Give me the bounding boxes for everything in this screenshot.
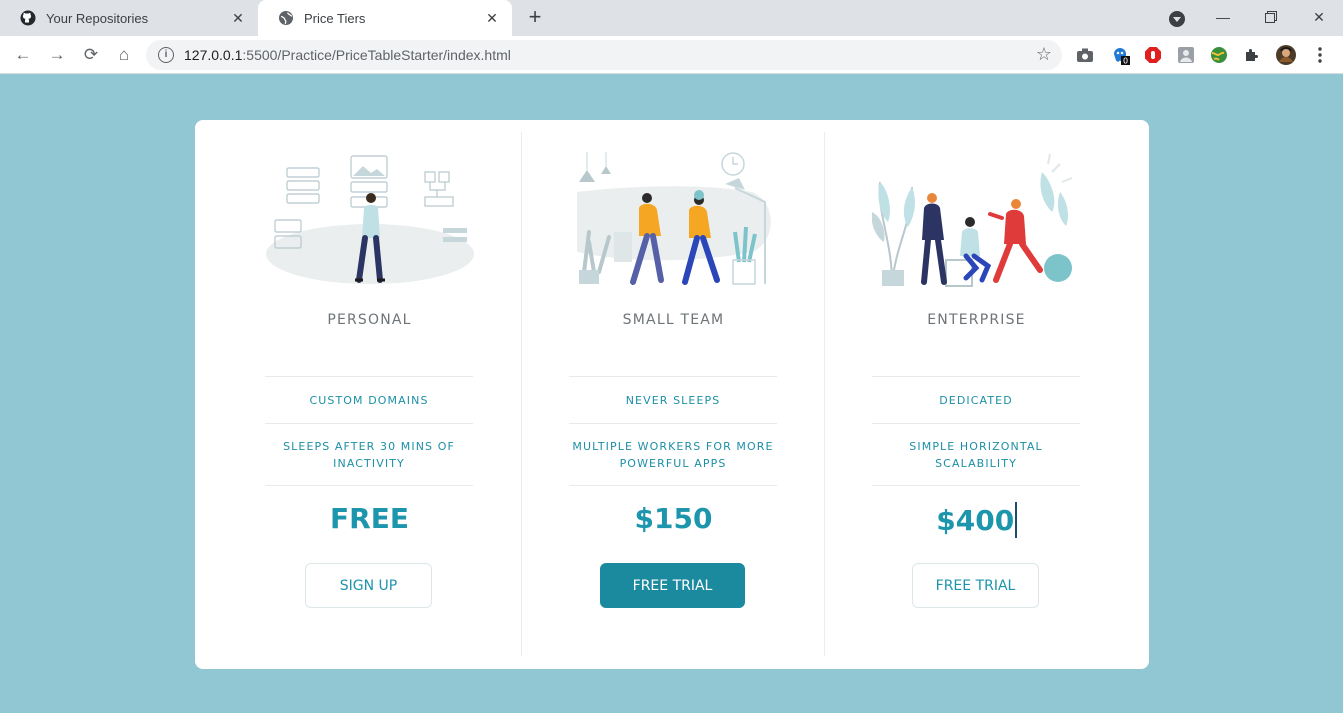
feature-list: DEDICATED SIMPLE HORIZONTAL SCALABILITY xyxy=(872,376,1080,486)
text-cursor xyxy=(1015,502,1017,538)
adblock-icon[interactable] xyxy=(1143,45,1163,65)
avatar[interactable] xyxy=(1276,45,1296,65)
address-bar[interactable]: i 127.0.0.1:5500/Practice/PriceTableStar… xyxy=(146,40,1062,70)
browser-toolbar: ← → ⟳ ⌂ i 127.0.0.1:5500/Practice/PriceT… xyxy=(0,36,1343,74)
ghost-extension-icon[interactable]: 0 xyxy=(1111,45,1131,65)
plan-price-wrapper: $400 xyxy=(825,502,1128,538)
plan-name: PERSONAL xyxy=(327,312,412,328)
tab-title: Your Repositories xyxy=(46,10,149,26)
free-trial-button[interactable]: FREE TRIAL xyxy=(912,563,1039,608)
home-icon[interactable]: ⌂ xyxy=(113,44,135,66)
small-team-illustration xyxy=(577,152,771,285)
tab-title: Price Tiers xyxy=(304,10,366,26)
close-icon[interactable]: ✕ xyxy=(484,10,500,26)
feature-item: CUSTOM DOMAINS xyxy=(265,377,473,424)
url-text[interactable]: 127.0.0.1:5500/Practice/PriceTableStarte… xyxy=(184,47,511,63)
pricing-card: PERSONAL CUSTOM DOMAINS SLEEPS AFTER 30 … xyxy=(195,120,1149,669)
plan-personal: PERSONAL CUSTOM DOMAINS SLEEPS AFTER 30 … xyxy=(218,132,521,656)
forward-icon[interactable]: → xyxy=(46,44,68,66)
personal-illustration xyxy=(266,155,474,284)
puzzle-icon[interactable] xyxy=(1242,45,1262,65)
free-trial-button[interactable]: FREE TRIAL xyxy=(600,563,745,608)
feature-item: SLEEPS AFTER 30 MINS OF INACTIVITY xyxy=(265,424,473,486)
camera-icon[interactable] xyxy=(1075,45,1095,65)
globe-extension-icon[interactable] xyxy=(1209,45,1229,65)
feature-list: CUSTOM DOMAINS SLEEPS AFTER 30 MINS OF I… xyxy=(265,376,473,486)
tab-strip: Your Repositories ✕ Price Tiers ✕ + — ✕ xyxy=(0,0,1343,36)
plan-name: SMALL TEAM xyxy=(622,312,725,328)
sign-up-button[interactable]: SIGN UP xyxy=(305,563,432,608)
feature-item: NEVER SLEEPS xyxy=(569,377,777,424)
profile-menu-icon[interactable] xyxy=(1169,11,1185,27)
browser-menu-icon[interactable] xyxy=(1310,45,1330,65)
user-extension-icon[interactable] xyxy=(1176,45,1196,65)
tab-your-repositories[interactable]: Your Repositories ✕ xyxy=(0,0,258,36)
back-icon[interactable]: ← xyxy=(12,44,34,66)
close-window-icon[interactable]: ✕ xyxy=(1306,6,1332,28)
plan-enterprise: ENTERPRISE DEDICATED SIMPLE HORIZONTAL S… xyxy=(824,132,1127,656)
plan-price: $150 xyxy=(634,502,713,535)
feature-item: MULTIPLE WORKERS FOR MORE POWERFUL APPS xyxy=(569,424,777,486)
bookmark-star-icon[interactable]: ☆ xyxy=(1036,44,1052,65)
minimize-icon[interactable]: — xyxy=(1210,6,1236,28)
info-icon[interactable]: i xyxy=(158,47,174,63)
reload-icon[interactable]: ⟳ xyxy=(80,44,102,66)
svg-text:0: 0 xyxy=(1123,57,1128,66)
plan-small-team: SMALL TEAM NEVER SLEEPS MULTIPLE WORKERS… xyxy=(521,132,824,656)
tab-price-tiers[interactable]: Price Tiers ✕ xyxy=(258,0,512,36)
enterprise-illustration xyxy=(872,153,1073,287)
globe-icon xyxy=(278,10,294,26)
plan-name: ENTERPRISE xyxy=(927,312,1026,328)
plan-price: $400 xyxy=(936,504,1015,537)
github-icon xyxy=(20,10,36,26)
close-icon[interactable]: ✕ xyxy=(230,10,246,26)
restore-icon[interactable] xyxy=(1258,6,1284,28)
feature-item: SIMPLE HORIZONTAL SCALABILITY xyxy=(872,424,1080,486)
plan-price: FREE xyxy=(330,502,409,535)
feature-list: NEVER SLEEPS MULTIPLE WORKERS FOR MORE P… xyxy=(569,376,777,486)
feature-item: DEDICATED xyxy=(872,377,1080,424)
new-tab-button[interactable]: + xyxy=(524,6,546,28)
